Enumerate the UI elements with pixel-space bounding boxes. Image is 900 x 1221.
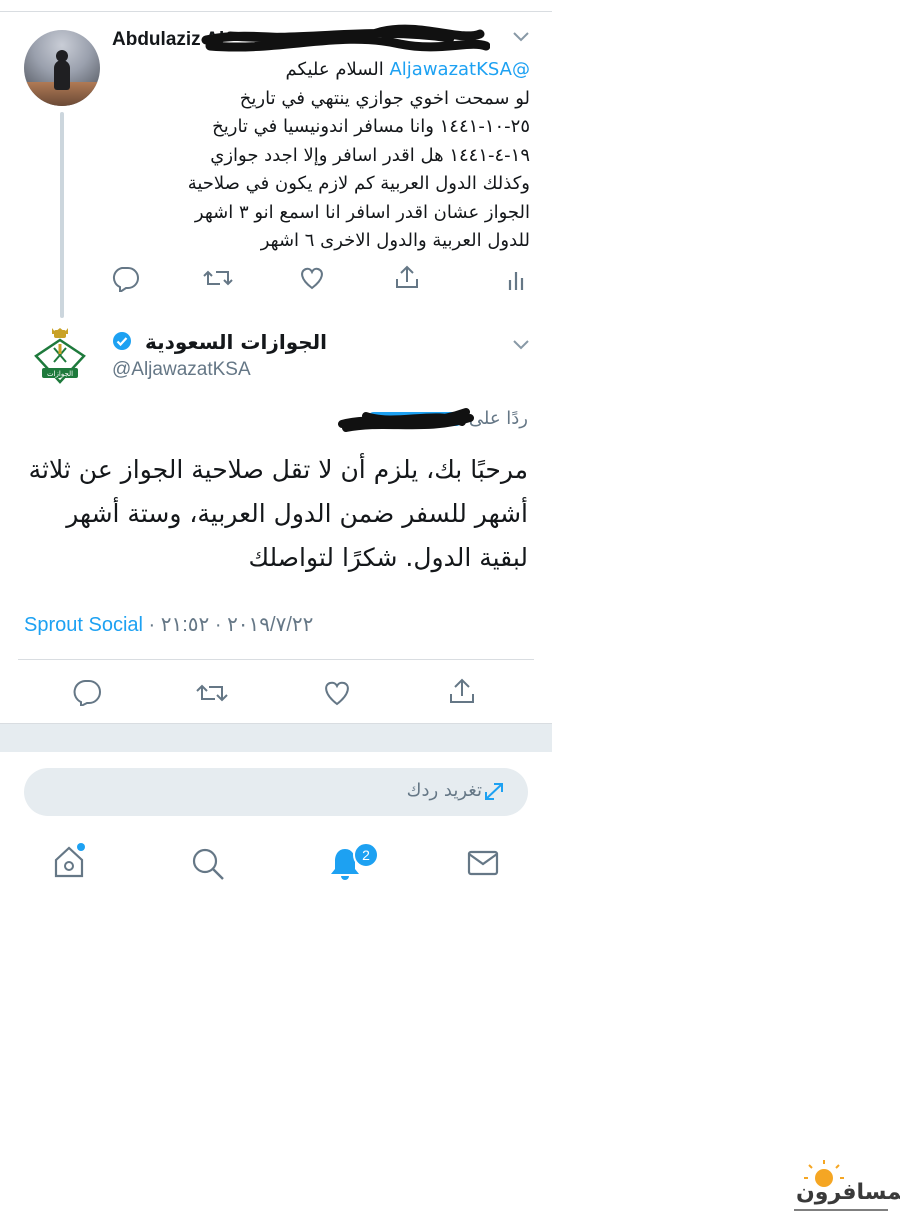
tweet1-line: ١٩-٤-١٤٤١ هل اقدر اسافر وإلا اجدد جوازي bbox=[210, 144, 530, 166]
tweet-meta-line: Sprout Social · ٢٠١٩/٧/٢٢ · ٢١:٥٢ bbox=[24, 612, 313, 637]
tweet-thread-panel: Abdulaziz Al @AljawazatKSA السلام عليكم … bbox=[0, 0, 552, 900]
tweet2-text: مرحبًا بك، يلزم أن لا تقل صلاحية الجواز … bbox=[28, 455, 528, 572]
tweet1-action-bar bbox=[0, 262, 552, 294]
tweet1-line: لو سمحت اخوي جوازي ينتهي في تاريخ bbox=[239, 87, 530, 109]
expand-icon[interactable] bbox=[482, 781, 506, 808]
jawazat-logo-text: الجوازات bbox=[47, 370, 74, 378]
like-icon[interactable] bbox=[298, 265, 326, 296]
replying-to-text: ردًا على bbox=[468, 408, 528, 429]
section-separator bbox=[0, 724, 552, 752]
watermark-text: المسافرون bbox=[796, 1180, 900, 1205]
mention-link[interactable]: @AljawazatKSA bbox=[389, 59, 530, 80]
reply-icon[interactable] bbox=[72, 678, 102, 711]
tweet1-line: وكذلك الدول العربية كم لازم يكون في صلاح… bbox=[187, 173, 530, 194]
jawazat-logo-avatar[interactable]: الجوازات bbox=[30, 326, 90, 390]
chevron-down-icon[interactable] bbox=[512, 30, 530, 48]
reply-placeholder: تغريد ردك bbox=[406, 780, 482, 801]
analytics-icon[interactable] bbox=[506, 266, 526, 295]
tweet1-greeting: السلام عليكم bbox=[285, 59, 384, 80]
verified-badge-icon bbox=[112, 331, 132, 356]
search-icon[interactable] bbox=[190, 846, 226, 887]
redaction-scribble bbox=[338, 408, 474, 432]
retweet-icon[interactable] bbox=[195, 680, 229, 711]
like-icon[interactable] bbox=[322, 679, 352, 712]
tweet1-line: ٢٥-١٠-١٤٤١ وانا مسافر اندونيسيا في تاريخ bbox=[212, 116, 530, 137]
home-icon[interactable] bbox=[52, 842, 88, 885]
source-link[interactable]: Sprout Social bbox=[24, 614, 143, 636]
chevron-down-icon[interactable] bbox=[512, 338, 530, 356]
display-name-text: الجوازات السعودية bbox=[144, 330, 328, 354]
avatar[interactable] bbox=[24, 30, 100, 106]
tweet1-line: الجواز عشان اقدر اسافر انا اسمع انو ٣ اش… bbox=[194, 201, 530, 223]
share-icon[interactable] bbox=[447, 676, 477, 711]
divider bbox=[18, 659, 534, 660]
tweet2-display-name[interactable]: الجوازات السعودية bbox=[112, 330, 327, 356]
reply-icon[interactable] bbox=[108, 264, 140, 297]
tweet2-handle[interactable]: @AljawazatKSA bbox=[112, 359, 251, 381]
notifications-badge: 2 bbox=[353, 842, 379, 868]
redaction-scribble bbox=[201, 24, 490, 52]
tweet1-line: للدول العربية والدول الاخرى ٦ اشهر bbox=[260, 230, 530, 251]
reply-input[interactable]: تغريد ردك bbox=[24, 768, 528, 816]
top-divider bbox=[0, 11, 552, 12]
share-icon[interactable] bbox=[393, 263, 421, 296]
tweet-datetime: · ٢٠١٩/٧/٢٢ · ٢١:٥٢ bbox=[142, 614, 314, 636]
tweet1-first-line: @AljawazatKSA السلام عليكم bbox=[110, 56, 530, 85]
tweet1-text: @AljawazatKSA السلام عليكم لو سمحت اخوي … bbox=[110, 56, 530, 256]
messages-icon[interactable] bbox=[466, 849, 500, 882]
retweet-icon[interactable] bbox=[202, 266, 234, 295]
